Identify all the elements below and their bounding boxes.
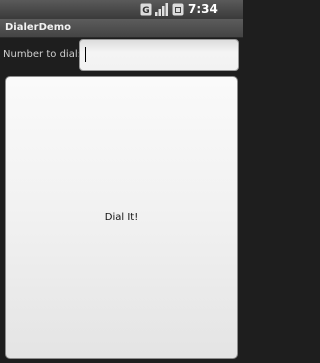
text-cursor xyxy=(85,47,86,62)
svg-text:G: G xyxy=(142,6,149,16)
network-type-icon: G xyxy=(140,3,152,16)
status-clock: 7:34 PM xyxy=(188,2,218,33)
dial-button[interactable]: Dial It! xyxy=(5,76,238,359)
status-bar: G 7:34 PM xyxy=(0,0,243,33)
app-title-bar: DialerDemo xyxy=(0,19,243,38)
number-to-dial-label: Number to dial: xyxy=(3,49,81,60)
signal-strength-icon xyxy=(155,3,168,16)
phone-number-input[interactable] xyxy=(79,39,239,71)
battery-icon xyxy=(172,3,184,16)
app-title: DialerDemo xyxy=(5,22,71,33)
